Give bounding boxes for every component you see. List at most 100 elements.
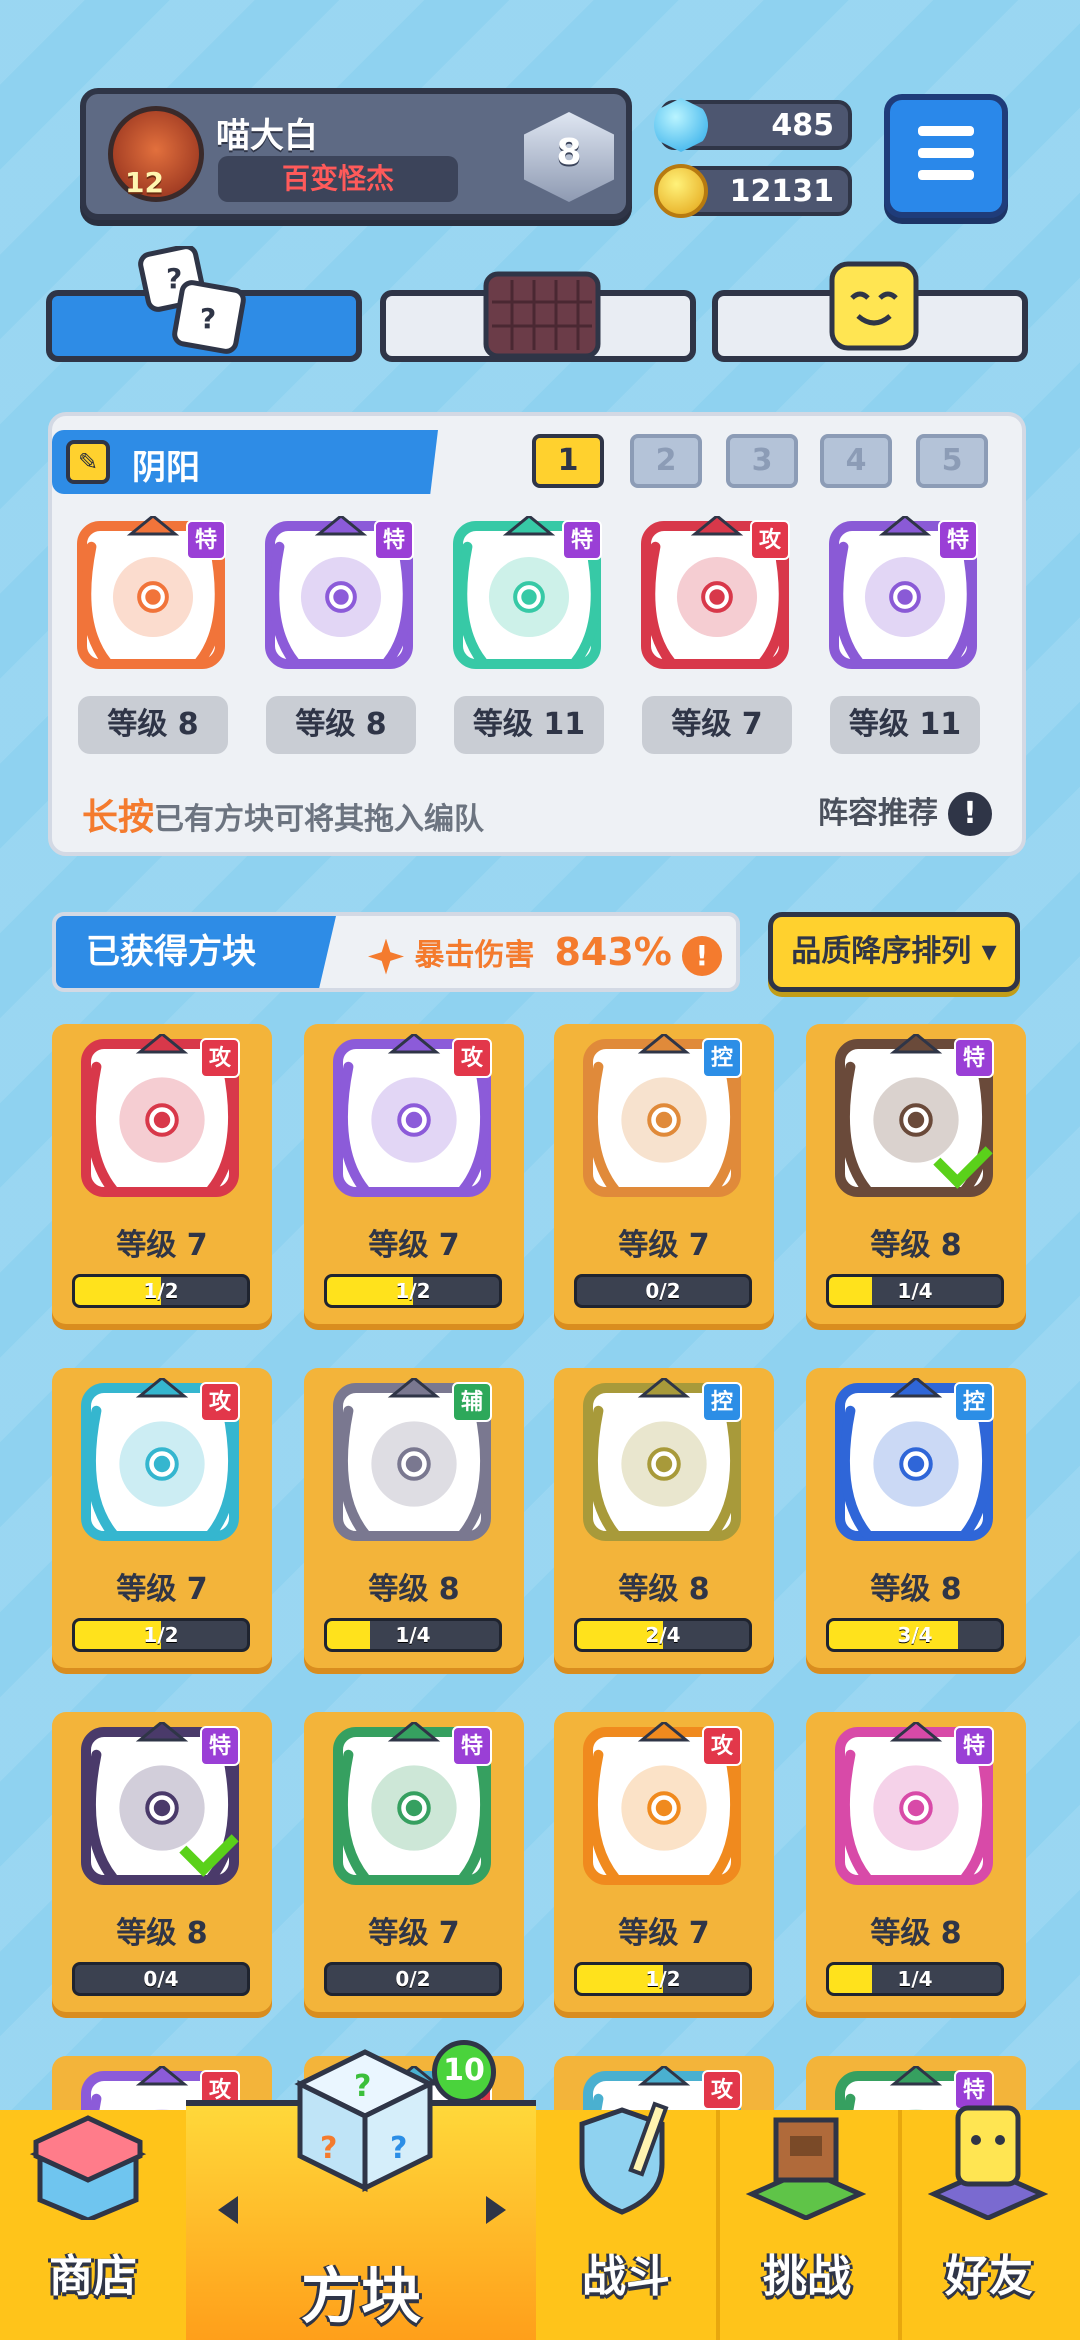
menu-icon-line: [918, 148, 974, 158]
collection-block-card[interactable]: 攻等级 7 1/2: [52, 1368, 272, 1668]
upgrade-progress-bar: 2/4: [574, 1618, 752, 1652]
tab-dice[interactable]: ? ?: [46, 246, 362, 362]
block-level: 等级 7: [368, 1916, 460, 1951]
nav-left-arrow-icon[interactable]: [218, 2196, 238, 2224]
lineup-block[interactable]: 特: [828, 514, 982, 670]
tab-board[interactable]: [380, 271, 696, 362]
menu-icon-line: [918, 126, 974, 136]
shop-icon: [29, 2115, 147, 2220]
block-art: 特: [332, 1720, 496, 1886]
lineup-slot-2[interactable]: 2: [630, 434, 702, 488]
block-level: 等级 7: [618, 1228, 710, 1263]
crit-info-icon[interactable]: !: [681, 936, 722, 976]
gem-counter[interactable]: 485: [654, 98, 852, 152]
battle-shield-icon: [579, 2101, 669, 2215]
block-level: 等级 8: [870, 1228, 962, 1263]
upgrade-progress-bar: 1/2: [574, 1962, 752, 1996]
lineup-slot-3[interactable]: 3: [726, 434, 798, 488]
nav-friends-label: 好友: [945, 2251, 1033, 2302]
crit-label: 暴击伤害: [414, 938, 535, 973]
exclamation-icon: !: [948, 792, 992, 836]
lineup-slot-1[interactable]: 1: [532, 434, 604, 488]
rank-badge-number: 8: [556, 132, 582, 173]
collection-block-card[interactable]: 辅等级 8 1/4: [304, 1368, 524, 1668]
block-type-tag: 攻: [750, 520, 790, 560]
nav-friends[interactable]: 好友: [898, 2105, 1080, 2340]
block-level: 等级 8: [870, 1916, 962, 1951]
block-art: 特: [834, 1720, 998, 1886]
nav-right-arrow-icon[interactable]: [486, 2196, 506, 2224]
rank-badge-icon[interactable]: 8: [524, 112, 614, 202]
lineup-hint: 长按已有方块可将其拖入编队: [82, 788, 484, 840]
recommend-label: 阵容推荐: [818, 796, 938, 831]
block-type-tag: 攻: [200, 1382, 240, 1422]
block-level: 等级 7: [368, 1228, 460, 1263]
coin-counter[interactable]: 12131: [654, 164, 852, 218]
nav-battle[interactable]: 战斗: [536, 2101, 716, 2340]
lineup-slot-5[interactable]: 5: [916, 434, 988, 488]
collection-block-card[interactable]: 特等级 8 1/4: [806, 1024, 1026, 1324]
dice-icon: ? ?: [138, 246, 246, 354]
lineup-block[interactable]: 攻: [640, 514, 794, 670]
svg-text:?: ?: [166, 262, 182, 295]
block-type-tag: 特: [954, 1038, 994, 1078]
collection-block-card[interactable]: 控等级 8 2/4: [554, 1368, 774, 1668]
collection-block-card[interactable]: 特等级 8 1/4: [806, 1712, 1026, 2012]
block-level: 等级 7: [618, 1916, 710, 1951]
lineup-block-level: 等级 11: [830, 696, 980, 754]
nav-challenge[interactable]: 挑战: [716, 2110, 898, 2340]
collection-label: 已获得方块: [56, 916, 336, 988]
upgrade-progress-bar: 1/2: [72, 1274, 250, 1308]
lineup-block[interactable]: 特: [452, 514, 606, 670]
player-profile-panel[interactable]: 12 喵大白 百变怪杰 8: [80, 88, 632, 220]
smiley-block-icon: [829, 261, 919, 351]
crit-value: 843%: [554, 930, 672, 974]
nav-shop[interactable]: 商店: [0, 2110, 186, 2340]
hint-text: 已有方块可将其拖入编队: [154, 802, 485, 837]
progress-text: 1/2: [395, 1279, 431, 1303]
collection-block-card[interactable]: 攻等级 7 1/2: [304, 1024, 524, 1324]
collection-block-card[interactable]: 控等级 8 3/4: [806, 1368, 1026, 1668]
block-art: 辅: [332, 1376, 496, 1542]
crit-damage-info[interactable]: 暴击伤害 843%!: [368, 930, 722, 976]
upgrade-progress-bar: 1/2: [72, 1618, 250, 1652]
tab-smiley[interactable]: [712, 261, 1028, 362]
block-type-tag: 攻: [702, 1726, 742, 1766]
lineup-name-tag[interactable]: ✎ 阴阳: [52, 430, 438, 494]
collection-block-card[interactable]: 特等级 8 0/4: [52, 1712, 272, 2012]
block-art: 控: [582, 1376, 746, 1542]
recommend-button[interactable]: 阵容推荐!: [818, 788, 992, 836]
lineup-block-level: 等级 8: [266, 696, 416, 754]
collection-block-card[interactable]: 攻等级 7 1/2: [52, 1024, 272, 1324]
svg-text:?: ?: [354, 2069, 371, 2104]
sort-dropdown[interactable]: 品质降序排列 ▾: [768, 912, 1020, 992]
player-avatar[interactable]: 12: [108, 106, 204, 202]
coin-amount: 12131: [729, 174, 834, 209]
collection-block-card[interactable]: 控等级 7 0/2: [554, 1024, 774, 1324]
block-art: 攻: [80, 1376, 244, 1542]
block-type-tag: 特: [562, 520, 602, 560]
block-art: 特: [834, 1032, 998, 1198]
progress-text: 1/2: [645, 1967, 681, 1991]
gem-icon: [654, 98, 708, 152]
block-type-tag: 控: [702, 1038, 742, 1078]
menu-button[interactable]: [884, 94, 1008, 218]
block-art: 控: [834, 1376, 998, 1542]
mystery-block-icon: ? ? ?: [294, 2049, 436, 2193]
lineup-block[interactable]: 特: [76, 514, 230, 670]
collection-block-card[interactable]: 特等级 7 0/2: [304, 1712, 524, 2012]
lineup-slot-4[interactable]: 4: [820, 434, 892, 488]
progress-text: 1/4: [395, 1623, 431, 1647]
block-type-tag: 控: [954, 1382, 994, 1422]
block-type-tag: 攻: [702, 2070, 742, 2110]
lineup-block[interactable]: 特: [264, 514, 418, 670]
collection-block-card[interactable]: 攻等级 7 1/2: [554, 1712, 774, 2012]
blocks-badge: 10: [432, 2040, 496, 2104]
block-art: 攻: [80, 1032, 244, 1198]
block-type-tag: 特: [452, 1726, 492, 1766]
block-art: 控: [582, 1032, 746, 1198]
svg-text:?: ?: [200, 302, 216, 335]
friends-block-icon: [928, 2105, 1048, 2220]
edit-pencil-icon[interactable]: ✎: [66, 440, 110, 484]
upgrade-progress-bar: 1/4: [826, 1962, 1004, 1996]
